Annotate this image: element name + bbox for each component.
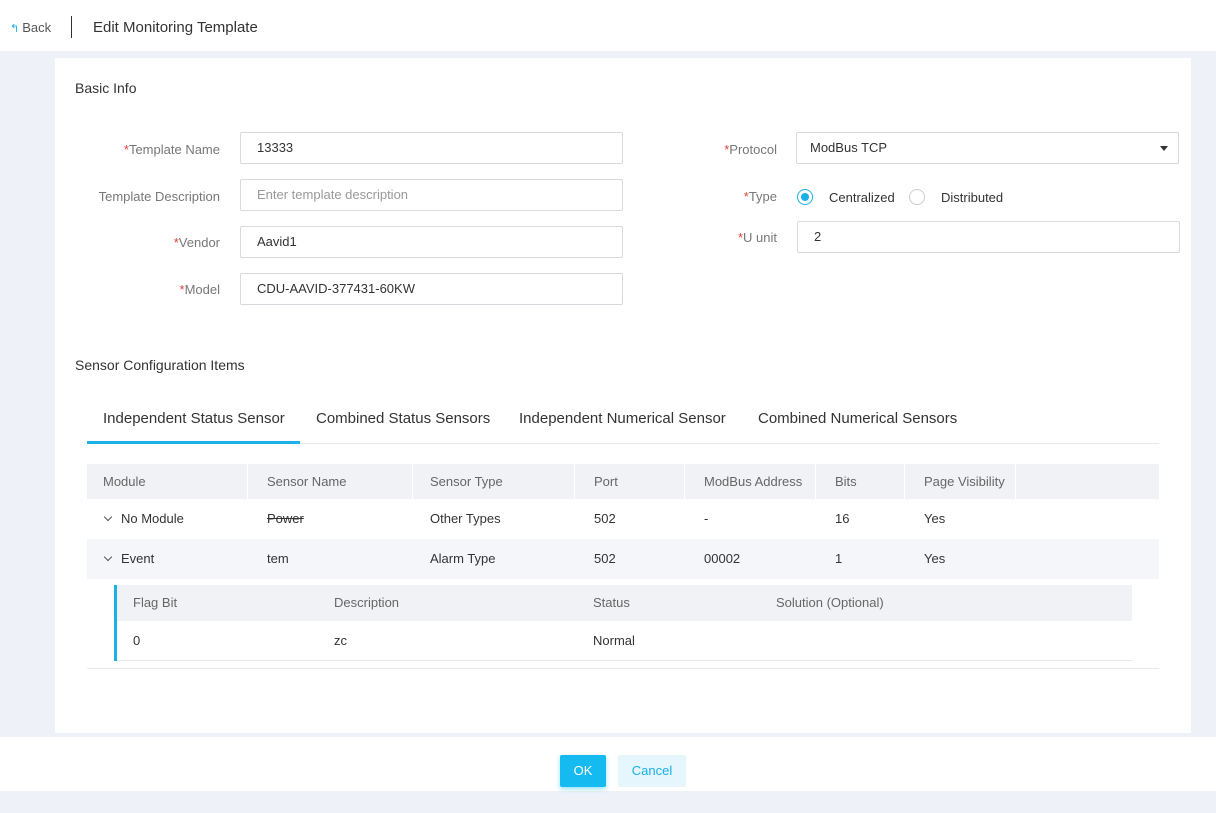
module-cell: Event	[103, 539, 154, 579]
chevron-down-icon[interactable]	[103, 552, 113, 562]
col-header-page-visibility: Page Visibility	[924, 474, 1005, 489]
basic-info-title: Basic Info	[75, 80, 137, 96]
tab-combined-status-sensors[interactable]: Combined Status Sensors	[316, 410, 490, 427]
column-divider	[815, 464, 816, 499]
sensor-table: Module Sensor Name Sensor Type Port ModB…	[87, 464, 1159, 669]
flag-bit-cell: 0	[133, 633, 141, 648]
port-cell: 502	[594, 551, 616, 566]
bits-cell: 16	[835, 511, 850, 526]
caret-down-icon	[1160, 146, 1168, 151]
footer-bar: OK Cancel	[0, 737, 1216, 791]
col-header-sensor-type: Sensor Type	[430, 474, 503, 489]
column-divider	[904, 464, 905, 499]
table-row[interactable]: Event tem Alarm Type 502 00002 1 Yes	[87, 539, 1159, 579]
page-visibility-cell: Yes	[924, 511, 946, 526]
column-divider	[1015, 464, 1016, 499]
tab-independent-status-sensor[interactable]: Independent Status Sensor	[103, 410, 285, 427]
table-header: Module Sensor Name Sensor Type Port ModB…	[87, 464, 1159, 499]
template-name-label: *Template Name	[123, 142, 220, 157]
column-divider	[684, 464, 685, 499]
u-unit-label: *U unit	[737, 230, 777, 245]
col-header-sensor-name: Sensor Name	[267, 474, 347, 489]
bits-cell: 1	[835, 551, 843, 566]
col-header-module: Module	[103, 474, 146, 489]
ok-button[interactable]: OK	[560, 755, 606, 787]
col-header-bits: Bits	[835, 474, 857, 489]
column-divider	[412, 464, 413, 499]
vendor-label: *Vendor	[173, 235, 220, 250]
sensor-type-cell: Alarm Type	[430, 551, 496, 566]
sensor-type-cell: Other Types	[430, 511, 501, 526]
status-cell: Normal	[593, 633, 635, 648]
header-divider	[71, 16, 72, 38]
page-title: Edit Monitoring Template	[93, 19, 258, 36]
protocol-value: ModBus TCP	[810, 140, 888, 155]
subtable-header: Flag Bit Description Status Solution (Op…	[117, 585, 1132, 621]
model-label: *Model	[179, 282, 220, 297]
table-row[interactable]: No Module Power Other Types 502 - 16 Yes	[87, 499, 1159, 539]
col-header-port: Port	[594, 474, 618, 489]
tab-independent-numerical-sensor[interactable]: Independent Numerical Sensor	[519, 410, 726, 427]
col-header-status: Status	[593, 595, 630, 610]
col-header-modbus-address: ModBus Address	[704, 474, 803, 489]
radio-label-centralized: Centralized	[829, 189, 895, 205]
subtable-row: 0 zc Normal	[117, 621, 1132, 661]
cancel-button[interactable]: Cancel	[618, 755, 686, 787]
template-name-input[interactable]: 13333	[240, 132, 623, 164]
table-bottom-border	[87, 668, 1159, 669]
type-label: *Type	[743, 189, 777, 204]
u-unit-input[interactable]: 2	[797, 221, 1180, 253]
chevron-down-icon[interactable]	[103, 512, 113, 522]
tab-combined-numerical-sensors[interactable]: Combined Numerical Sensors	[758, 410, 957, 427]
port-cell: 502	[594, 511, 616, 526]
modbus-address-cell: 00002	[704, 551, 741, 566]
back-button[interactable]: ↰ Back	[10, 20, 51, 35]
radio-unchecked-icon	[909, 189, 925, 205]
column-divider	[574, 464, 575, 499]
flag-bit-subtable: Flag Bit Description Status Solution (Op…	[114, 585, 1132, 661]
protocol-select[interactable]: ModBus TCP	[796, 132, 1179, 164]
col-header-solution: Solution (Optional)	[776, 595, 884, 610]
vendor-input[interactable]: Aavid1	[240, 226, 623, 258]
sensor-name-cell: tem	[267, 551, 289, 566]
sensor-config-title: Sensor Configuration Items	[75, 357, 245, 373]
sensor-name-cell: Power	[267, 511, 304, 526]
type-radio-centralized[interactable]: Centralized	[797, 189, 895, 205]
protocol-label: *Protocol	[724, 142, 777, 157]
template-description-label: Template Description	[98, 189, 220, 204]
type-radio-distributed[interactable]: Distributed	[909, 189, 1003, 205]
page-visibility-cell: Yes	[924, 551, 946, 566]
radio-label-distributed: Distributed	[941, 189, 1004, 205]
model-input[interactable]: CDU-AAVID-377431-60KW	[240, 273, 623, 305]
col-header-description: Description	[334, 595, 400, 610]
active-tab-indicator	[87, 441, 300, 444]
col-header-flag-bit: Flag Bit	[133, 595, 178, 610]
template-description-input[interactable]: Enter template description	[240, 179, 623, 211]
back-label: Back	[22, 20, 52, 35]
module-cell: No Module	[103, 499, 184, 539]
top-bar: ↰ Back Edit Monitoring Template	[0, 0, 1216, 51]
form-card: Basic Info *Template Name 13333 Template…	[55, 58, 1191, 733]
sensor-tabs: Independent Status Sensor Combined Statu…	[87, 398, 1159, 444]
back-arrow-icon: ↰	[10, 23, 20, 35]
column-divider	[247, 464, 248, 499]
description-cell: zc	[334, 633, 347, 648]
modbus-address-cell: -	[704, 511, 709, 526]
radio-checked-icon	[797, 189, 813, 205]
